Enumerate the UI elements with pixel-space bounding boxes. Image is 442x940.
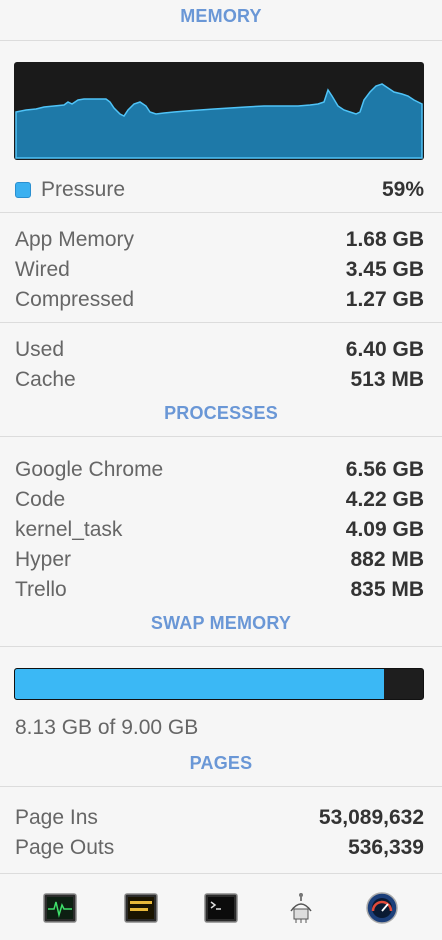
cache-label: Cache <box>15 368 76 391</box>
wired-label: Wired <box>15 258 70 281</box>
process-name: Hyper <box>15 548 72 571</box>
used-label: Used <box>15 338 65 361</box>
swap-usage-text: 8.13 GB of 9.00 GB <box>15 716 199 739</box>
disk-utility-icon[interactable] <box>364 890 400 926</box>
divider <box>0 786 442 787</box>
memory-usage: Used 6.40 GB Cache 513 MB <box>0 335 442 395</box>
memory-breakdown: App Memory 1.68 GB Wired 3.45 GB Compres… <box>0 225 442 315</box>
page-outs-value: 536,339 <box>348 836 424 859</box>
pressure-graph-area <box>15 83 423 159</box>
app-memory-row: App Memory 1.68 GB <box>0 225 442 255</box>
cache-row: Cache 513 MB <box>0 365 442 395</box>
divider <box>0 212 442 213</box>
process-name: kernel_task <box>15 518 123 541</box>
page-outs-label: Page Outs <box>15 836 115 859</box>
process-memory: 4.22 GB <box>345 488 424 511</box>
swap-usage-fill <box>15 669 384 699</box>
terminal-icon[interactable] <box>203 890 239 926</box>
used-value: 6.40 GB <box>345 338 424 361</box>
page-ins-value: 53,089,632 <box>318 806 424 829</box>
process-name: Trello <box>15 578 67 601</box>
divider <box>0 646 442 647</box>
pressure-value: 59% <box>381 178 424 201</box>
process-row: Trello 835 MB <box>0 575 442 605</box>
used-row: Used 6.40 GB <box>0 335 442 365</box>
pressure-legend-swatch <box>15 182 31 198</box>
swap-section-header: SWAP MEMORY <box>150 613 292 633</box>
divider <box>0 322 442 323</box>
wired-value: 3.45 GB <box>345 258 424 281</box>
process-memory: 835 MB <box>350 578 424 601</box>
pages-stats: Page Ins 53,089,632 Page Outs 536,339 <box>0 803 442 863</box>
page-ins-label: Page Ins <box>15 806 98 829</box>
processes-section-header: PROCESSES <box>164 403 278 423</box>
divider <box>0 873 442 874</box>
process-memory: 6.56 GB <box>345 458 424 481</box>
page-ins-row: Page Ins 53,089,632 <box>0 803 442 833</box>
compressed-value: 1.27 GB <box>345 288 424 311</box>
process-row: Code 4.22 GB <box>0 485 442 515</box>
process-name: Google Chrome <box>15 458 164 481</box>
swap-usage-bar <box>14 668 424 700</box>
compressed-row: Compressed 1.27 GB <box>0 285 442 315</box>
pages-section-header: PAGES <box>189 753 253 773</box>
process-list: Google Chrome 6.56 GB Code 4.22 GB kerne… <box>0 455 442 605</box>
divider <box>0 436 442 437</box>
process-memory: 4.09 GB <box>345 518 424 541</box>
pressure-label: Pressure <box>41 178 126 201</box>
cache-value: 513 MB <box>350 368 424 391</box>
activity-monitor-icon[interactable] <box>42 890 78 926</box>
system-information-icon[interactable] <box>283 890 319 926</box>
memory-pressure-graph <box>14 62 424 160</box>
process-row: kernel_task 4.09 GB <box>0 515 442 545</box>
console-icon[interactable] <box>123 890 159 926</box>
utility-app-bar <box>0 876 442 940</box>
process-row: Hyper 882 MB <box>0 545 442 575</box>
app-memory-label: App Memory <box>15 228 135 251</box>
wired-row: Wired 3.45 GB <box>0 255 442 285</box>
process-memory: 882 MB <box>350 548 424 571</box>
process-row: Google Chrome 6.56 GB <box>0 455 442 485</box>
memory-section-header: MEMORY <box>180 6 262 26</box>
page-outs-row: Page Outs 536,339 <box>0 833 442 863</box>
process-name: Code <box>15 488 66 511</box>
pressure-row: Pressure 59% <box>0 175 442 205</box>
app-memory-value: 1.68 GB <box>345 228 424 251</box>
compressed-label: Compressed <box>15 288 135 311</box>
divider <box>0 40 442 41</box>
